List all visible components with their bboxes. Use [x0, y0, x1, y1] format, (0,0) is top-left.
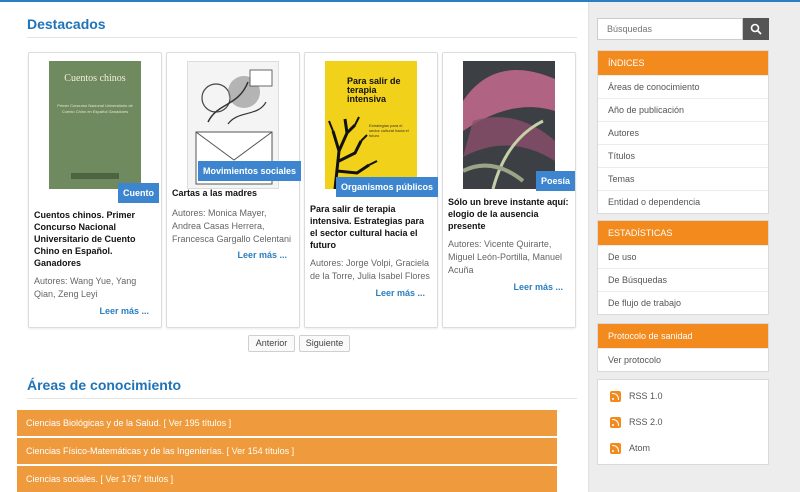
book-cover-terapia[interactable]: Para salir de terapia intensiva Estrateg… [325, 61, 417, 189]
book-authors: Autores: Jorge Volpi, Graciela de la Tor… [310, 258, 430, 281]
book-authors: Autores: Monica Mayer, Andrea Casas Herr… [172, 208, 292, 244]
stats-item-flujo[interactable]: De flujo de trabajo [598, 291, 768, 314]
index-item-temas[interactable]: Temas [598, 167, 768, 190]
cover-title: Cuentos chinos [64, 73, 126, 84]
book-title[interactable]: Para salir de terapia intensiva. Estrate… [310, 203, 432, 251]
cover-logos [71, 173, 119, 179]
search-input[interactable] [597, 18, 743, 40]
book-cover-breve-instante[interactable] [463, 61, 555, 189]
area-row-sociales[interactable]: Ciencias sociales. [ Ver 1767 títulos ] [17, 466, 557, 492]
read-more-link[interactable]: Leer más ... [237, 250, 287, 260]
book-authors: Autores: Wang Yue, Yang Qian, Zeng Leyi [34, 276, 137, 299]
indices-header: ÍNDICES [598, 51, 768, 75]
feed-atom[interactable]: Atom [598, 435, 768, 461]
area-name: Ciencias sociales. [26, 474, 99, 484]
index-item-autores[interactable]: Autores [598, 121, 768, 144]
area-count-link[interactable]: [ Ver 154 títulos ] [227, 446, 295, 456]
areas-title: Áreas de conocimiento [27, 377, 182, 393]
featured-card-4[interactable]: Poesía Sólo un breve instante aquí: elog… [442, 52, 576, 328]
book-title[interactable]: Cuentos chinos. Primer Concurso Nacional… [34, 209, 156, 269]
areas-divider [27, 398, 577, 399]
search-button[interactable] [743, 18, 769, 40]
rss-icon [610, 442, 621, 454]
featured-card-1[interactable]: Cuentos chinos Primer Concurso Nacional … [28, 52, 162, 328]
featured-card-3[interactable]: Para salir de terapia intensiva Estrateg… [304, 52, 439, 328]
area-row-biologicas[interactable]: Ciencias Biológicas y de la Salud. [ Ver… [17, 410, 557, 436]
next-button[interactable]: Siguiente [299, 335, 350, 352]
feeds-panel: RSS 1.0 RSS 2.0 Atom [597, 379, 769, 465]
index-item-areas[interactable]: Áreas de conocimiento [598, 75, 768, 98]
area-name: Ciencias Físico-Matemáticas y de las Ing… [26, 446, 225, 456]
read-more-link[interactable]: Leer más ... [513, 282, 563, 292]
area-count-link[interactable]: [ Ver 1767 títulos ] [101, 474, 174, 484]
stats-panel: ESTADÍSTICAS De uso De Búsquedas De fluj… [597, 220, 769, 315]
feed-label: Atom [629, 443, 651, 453]
category-tag[interactable]: Movimientos sociales [198, 161, 302, 181]
read-more-link[interactable]: Leer más ... [99, 306, 149, 316]
protocol-header: Protocolo de sanidad [598, 324, 768, 348]
search-icon [750, 23, 762, 35]
area-count-link[interactable]: [ Ver 195 títulos ] [164, 418, 232, 428]
stats-item-uso[interactable]: De uso [598, 245, 768, 268]
cover-subtitle: Primer Concurso Nacional Universitario d… [57, 103, 133, 114]
featured-card-2[interactable]: Movimientos sociales Cartas a las madres… [166, 52, 302, 328]
black-branch-icon [328, 116, 378, 189]
rss-icon [610, 390, 621, 402]
stats-item-busquedas[interactable]: De Búsquedas [598, 268, 768, 291]
book-cover-cuentos-chinos[interactable]: Cuentos chinos Primer Concurso Nacional … [49, 61, 141, 189]
flower-illustration-icon [463, 70, 555, 189]
feed-label: RSS 2.0 [629, 417, 663, 427]
area-row-fisico-matematicas[interactable]: Ciencias Físico-Matemáticas y de las Ing… [17, 438, 557, 464]
category-tag[interactable]: Poesía [536, 171, 576, 191]
category-tag[interactable]: Organismos públicos [336, 177, 439, 197]
rss-icon [610, 416, 621, 428]
feed-label: RSS 1.0 [629, 391, 663, 401]
book-title[interactable]: Cartas a las madres [172, 187, 294, 199]
book-authors: Autores: Vicente Quirarte, Miguel León-P… [448, 239, 563, 275]
category-tag[interactable]: Cuento [118, 183, 159, 203]
index-item-titulos[interactable]: Títulos [598, 144, 768, 167]
index-item-anio[interactable]: Año de publicación [598, 98, 768, 121]
protocol-panel: Protocolo de sanidad Ver protocolo [597, 323, 769, 372]
featured-title: Destacados [27, 16, 106, 32]
indices-panel: ÍNDICES Áreas de conocimiento Año de pub… [597, 50, 769, 214]
area-name: Ciencias Biológicas y de la Salud. [26, 418, 162, 428]
read-more-link[interactable]: Leer más ... [375, 288, 425, 298]
previous-button[interactable]: Anterior [248, 335, 295, 352]
stats-header: ESTADÍSTICAS [598, 221, 768, 245]
index-item-entidad[interactable]: Entidad o dependencia [598, 190, 768, 213]
feed-rss2[interactable]: RSS 2.0 [598, 409, 768, 435]
feed-rss1[interactable]: RSS 1.0 [598, 383, 768, 409]
featured-divider [27, 37, 577, 38]
book-title[interactable]: Sólo un breve instante aquí: elogio de l… [448, 196, 570, 232]
protocol-item-ver[interactable]: Ver protocolo [598, 348, 768, 371]
